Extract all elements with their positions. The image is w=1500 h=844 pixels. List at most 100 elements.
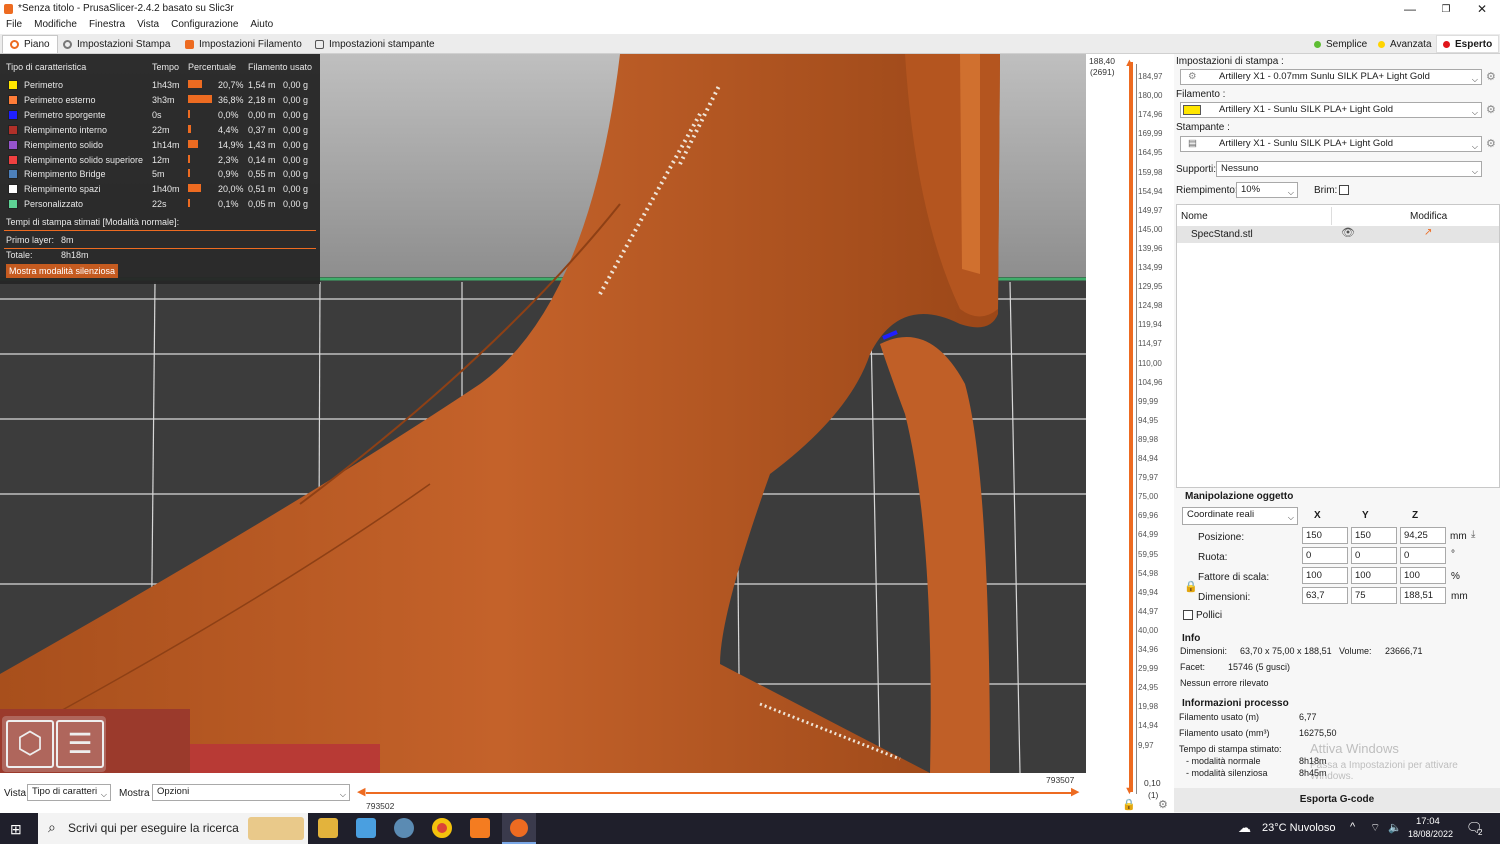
info-title: Info: [1182, 633, 1201, 644]
menu-file[interactable]: File: [0, 18, 28, 34]
rotation-x-input[interactable]: 0: [1302, 547, 1348, 564]
slider-track[interactable]: [1129, 62, 1133, 792]
print-settings-combo[interactable]: ⚙ Artillery X1 - 0.07mm Sunlu SILK PLA+ …: [1180, 69, 1482, 85]
slider-bottom-thumb-icon[interactable]: ▼: [1124, 785, 1135, 797]
slider-tick-label: 79,97: [1138, 473, 1159, 483]
chrome-icon[interactable]: [432, 818, 452, 838]
legend-header-type: Tipo di caratteristica: [6, 62, 87, 72]
cog-icon[interactable]: ⚙: [1158, 798, 1168, 811]
taskbar-search[interactable]: ⌕ Scrivi qui per eseguire la ricerca: [38, 813, 308, 844]
slider-top-thumb-icon[interactable]: ▲: [1124, 57, 1135, 69]
tray-chevron-icon[interactable]: ^: [1350, 821, 1355, 833]
scale-x-input[interactable]: 100: [1302, 567, 1348, 584]
size-y-input[interactable]: 75: [1351, 587, 1397, 604]
tab-print-settings[interactable]: Impostazioni Stampa: [56, 35, 177, 53]
chevron-down-icon: ⌵: [339, 790, 346, 799]
menu-finestra[interactable]: Finestra: [83, 18, 131, 34]
show-silent-mode-button[interactable]: Mostra modalità silenziosa: [6, 264, 119, 278]
edit-filament-preset-icon[interactable]: ⚙: [1486, 103, 1496, 116]
legend-row: Perimetro 1h43m 20,7% 1,54 m 0,00 g: [0, 78, 320, 93]
position-x-input[interactable]: 150: [1302, 527, 1348, 544]
supports-combo[interactable]: Nessuno ⌵: [1216, 161, 1482, 177]
menu-modifiche[interactable]: Modifiche: [28, 18, 83, 34]
sidebar: Impostazioni di stampa : ⚙ Artillery X1 …: [1174, 54, 1500, 813]
brim-checkbox[interactable]: [1339, 185, 1349, 195]
mode-advanced[interactable]: Avanzata: [1372, 35, 1438, 53]
file-explorer-icon[interactable]: [318, 818, 338, 838]
slider-tick-label: 129,95: [1138, 282, 1163, 292]
chevron-down-icon: ⌵: [1471, 108, 1478, 117]
scale-y-input[interactable]: 100: [1351, 567, 1397, 584]
layers-view-icon[interactable]: ☰: [56, 720, 104, 768]
clock-time[interactable]: 17:04: [1416, 816, 1440, 827]
drop-to-bed-icon[interactable]: ⤓: [1471, 529, 1475, 540]
legend-name: Riempimento spazi: [24, 184, 101, 195]
mode-simple[interactable]: Semplice: [1308, 35, 1373, 53]
legend-name: Riempimento Bridge: [24, 169, 106, 180]
size-x-input[interactable]: 63,7: [1302, 587, 1348, 604]
facets-label: Facet:: [1180, 662, 1206, 672]
menu-aiuto[interactable]: Aiuto: [244, 18, 279, 34]
filament-combo[interactable]: Artillery X1 - Sunlu SILK PLA+ Light Gol…: [1180, 102, 1482, 118]
app-icon-blue[interactable]: [394, 818, 414, 838]
legend-percent: 0,9%: [218, 169, 239, 180]
visibility-eye-icon[interactable]: 👁: [1341, 226, 1355, 239]
printer-combo[interactable]: ▤ Artillery X1 - Sunlu SILK PLA+ Light G…: [1180, 136, 1482, 152]
rotation-y-input[interactable]: 0: [1351, 547, 1397, 564]
slider-tick-label: 154,94: [1138, 186, 1163, 196]
hslider-right-thumb-icon[interactable]: ▶: [1071, 785, 1079, 798]
legend-weight: 0,00 g: [283, 80, 309, 90]
horizontal-move-slider[interactable]: [366, 792, 1076, 794]
windows-start-icon[interactable]: ⊞: [10, 821, 22, 838]
weather-text[interactable]: 23°C Nuvoloso: [1262, 822, 1336, 834]
vertical-layer-slider[interactable]: 188,40 (2691) ▲ ▼ 184,97 180,00 174,96 169,…: [1086, 54, 1174, 813]
rotation-z-input[interactable]: 0: [1400, 547, 1446, 564]
view-type-combo[interactable]: Tipo di caratteri ⌵: [27, 784, 111, 801]
export-gcode-button[interactable]: Esporta G-code: [1174, 788, 1500, 812]
legend-color-swatch: [8, 124, 18, 135]
weather-cloud-icon[interactable]: ☁: [1238, 820, 1251, 836]
object-list[interactable]: Nome Modifica SpecStand.stl 👁 ↗: [1176, 204, 1500, 488]
close-button[interactable]: ✕: [1464, 0, 1500, 18]
total-value: 8h18m: [61, 250, 89, 260]
legend-row: Perimetro esterno 3h3m 36,8% 2,18 m 0,00 g: [0, 93, 320, 108]
tab-piano[interactable]: Piano: [2, 35, 58, 53]
3d-view-icon[interactable]: ⬡: [6, 720, 54, 768]
infill-combo[interactable]: 10% ⌵: [1236, 182, 1298, 198]
clock-date[interactable]: 18/08/2022: [1408, 829, 1453, 839]
size-z-input[interactable]: 188,51: [1400, 587, 1446, 604]
edit-object-icon[interactable]: ↗: [1424, 227, 1432, 238]
coordinates-combo[interactable]: Coordinate reali ⌵: [1182, 507, 1298, 525]
position-z-input[interactable]: 94,25: [1400, 527, 1446, 544]
network-icon[interactable]: ⌔: [1370, 821, 1380, 835]
scale-z-input[interactable]: 100: [1400, 567, 1446, 584]
volume-icon[interactable]: 🔈: [1388, 821, 1402, 834]
prusaslicer-taskbar-button[interactable]: [502, 813, 536, 844]
filament-color-swatch[interactable]: [1183, 105, 1201, 115]
minimize-button[interactable]: —: [1392, 0, 1428, 18]
edit-printer-preset-icon[interactable]: ⚙: [1486, 137, 1496, 150]
menu-configurazione[interactable]: Configurazione: [165, 18, 244, 34]
slider-tick-label: 29,99: [1138, 664, 1159, 674]
view-toolbar: ⬡ ☰: [2, 716, 106, 772]
tab-filament-settings[interactable]: Impostazioni Filamento: [178, 35, 309, 53]
normal-mode-label: - modalità normale: [1186, 756, 1261, 766]
tab-printer-settings[interactable]: Impostazioni stampante: [308, 35, 442, 53]
mode-expert[interactable]: Esperto: [1436, 35, 1500, 53]
hslider-left-thumb-icon[interactable]: ◀: [357, 785, 365, 798]
edit-print-preset-icon[interactable]: ⚙: [1486, 70, 1496, 83]
app-icon-orange[interactable]: [470, 818, 490, 838]
inches-checkbox[interactable]: [1183, 610, 1193, 620]
store-app-icon[interactable]: [356, 818, 376, 838]
object-row[interactable]: SpecStand.stl 👁 ↗: [1177, 226, 1499, 243]
slider-tick-label: 75,00: [1138, 492, 1159, 502]
lock-icon[interactable]: 🔒: [1122, 798, 1136, 811]
show-options-combo[interactable]: Opzioni ⌵: [152, 784, 350, 801]
menu-vista[interactable]: Vista: [131, 18, 165, 34]
slider-tick-label: 24,95: [1138, 683, 1159, 693]
legend-color-swatch: [8, 154, 18, 165]
position-y-input[interactable]: 150: [1351, 527, 1397, 544]
legend-weight: 0,00 g: [283, 109, 309, 120]
maximize-button[interactable]: ❐: [1428, 0, 1464, 18]
lock-scale-icon[interactable]: 🔒: [1184, 580, 1198, 593]
